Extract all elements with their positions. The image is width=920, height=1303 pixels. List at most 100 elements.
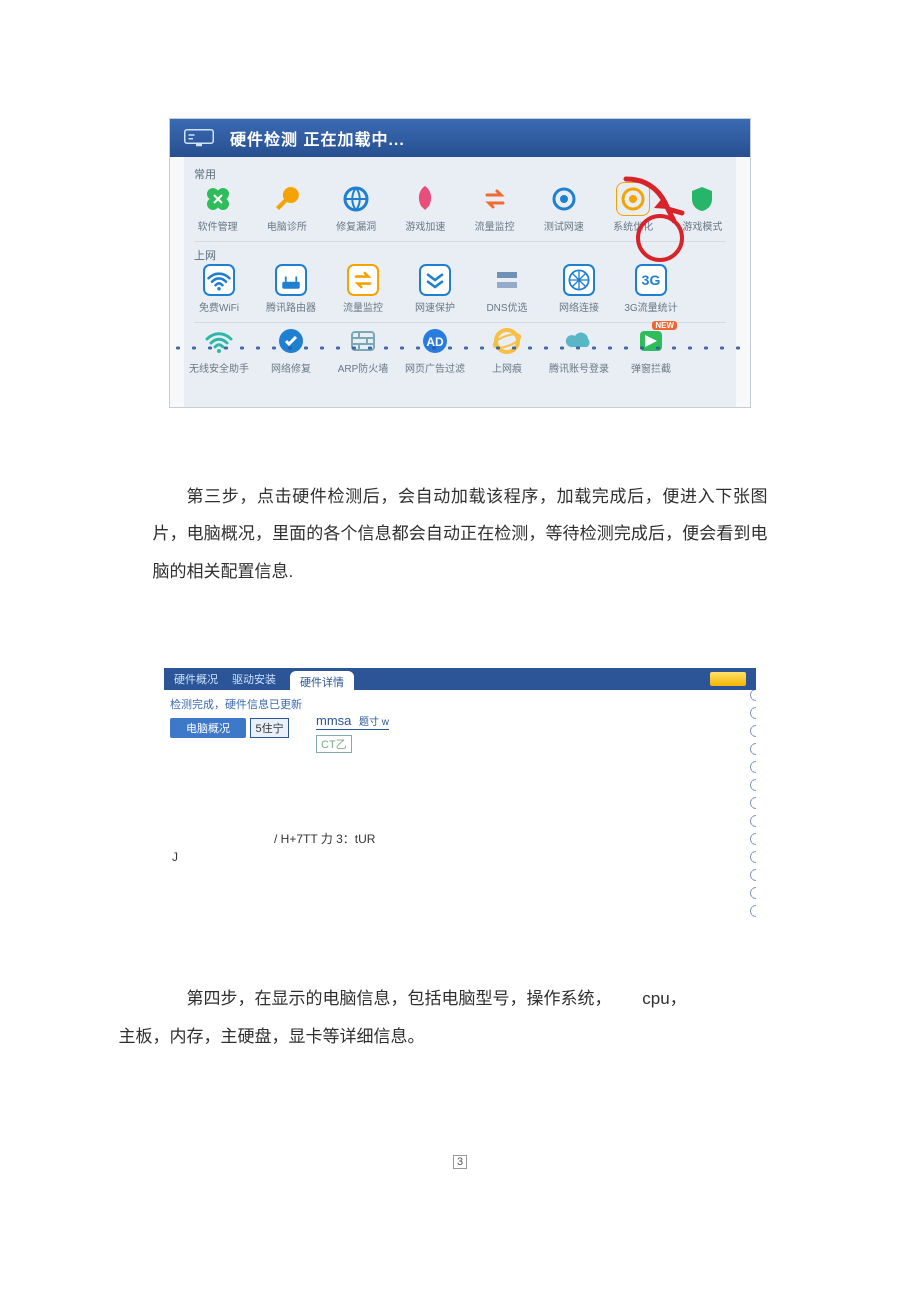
tool-label: ARP防火墙 — [338, 360, 389, 375]
tool-item[interactable]: 流量监控 — [471, 183, 518, 233]
tool-label: 网络修复 — [271, 360, 311, 375]
tool-label: 腾讯路由器 — [266, 299, 316, 314]
tool-item[interactable]: 系统优化 — [610, 183, 657, 233]
tool-label: 游戏加速 — [405, 218, 445, 233]
ie-icon — [491, 325, 523, 357]
tool-item[interactable]: 网速保护 — [410, 264, 460, 314]
svg-text:AD: AD — [426, 335, 444, 349]
p2-cpu: cpu， — [642, 989, 686, 1008]
globe-icon — [340, 183, 372, 215]
status-line: 检测完成，硬件信息已更新 — [164, 690, 756, 714]
wall-icon — [347, 325, 379, 357]
tool-item[interactable]: 测试网速 — [540, 183, 587, 233]
tool-label: 软件管理 — [198, 218, 238, 233]
mmsa-link[interactable]: mmsa 题寸 w — [316, 713, 389, 730]
step-4-paragraph: 第四步，在显示的电脑信息，包括电脑型号，操作系统， cpu， 主板，内存，主硬盘… — [153, 980, 768, 1055]
tool-item[interactable]: ARP防火墙 — [338, 325, 388, 375]
tool-item[interactable]: 腾讯账号登录 — [554, 325, 604, 375]
field-box: 5住宁 — [250, 718, 288, 738]
window-chrome — [164, 650, 756, 668]
flag-icon: NEW — [635, 325, 667, 357]
grid-row: 无线安全助手网络修复ARP防火墙AD网页广告过滤上网痕腾讯账号登录NEW弹窗拦截 — [194, 323, 726, 375]
section-label: 常用 — [194, 161, 726, 181]
swap-icon — [479, 183, 511, 215]
tool-label: 上网痕 — [492, 360, 522, 375]
swap-icon — [347, 264, 379, 296]
tool-item[interactable]: 无线安全助手 — [194, 325, 244, 375]
monitor-icon — [178, 127, 220, 149]
net-icon — [563, 264, 595, 296]
tab-overview[interactable]: 硬件概况 — [174, 671, 218, 687]
tool-item[interactable]: 游戏模式 — [679, 183, 726, 233]
tool-item[interactable]: 网络修复 — [266, 325, 316, 375]
tool-label: 测试网速 — [544, 218, 584, 233]
tool-label: 免费WiFi — [199, 299, 239, 314]
tab-detail[interactable]: 硬件详情 — [290, 671, 354, 694]
badge-icon — [710, 672, 746, 686]
router-icon — [275, 264, 307, 296]
shield-icon — [686, 183, 718, 215]
tab-driver[interactable]: 驱动安装 — [232, 671, 276, 687]
tool-label: 弹窗拦截 — [631, 360, 671, 375]
tool-label: 腾讯账号登录 — [549, 360, 609, 375]
tool-icon — [275, 325, 307, 357]
window-title: 硬件检测 正在加载中... — [230, 126, 405, 150]
tool-item[interactable]: 游戏加速 — [402, 183, 449, 233]
mid-line: / H+7TT 力 3：tUR — [274, 830, 375, 847]
tool-item[interactable]: NEW 弹窗拦截 — [626, 325, 676, 375]
wifi2-icon — [203, 325, 235, 357]
eye-icon — [617, 183, 649, 215]
rocket-icon — [409, 183, 441, 215]
tool-label: 修复漏洞 — [336, 218, 376, 233]
ad-icon: AD — [419, 325, 451, 357]
page-number: 3 — [453, 1155, 467, 1169]
tool-item[interactable]: AD网页广告过滤 — [410, 325, 460, 375]
chev-icon — [419, 264, 451, 296]
tool-label: 流量监控 — [475, 218, 515, 233]
ctz-box: CT乙 — [316, 735, 352, 753]
tool-label: 网页广告过滤 — [405, 360, 465, 375]
tool-item[interactable]: 修复漏洞 — [333, 183, 380, 233]
tool-item[interactable]: 电脑诊所 — [263, 183, 310, 233]
tool-item[interactable]: 免费WiFi — [194, 264, 244, 314]
tool-item[interactable]: 3G 3G流量统计 — [626, 264, 676, 314]
screenshot-tools: 硬件检测 正在加载中... 常用软件管理电脑诊所修复漏洞游戏加速流量监控测试网速… — [169, 118, 751, 408]
pill-overview[interactable]: 电脑概况 — [170, 718, 246, 738]
mmsa-text: mmsa — [316, 713, 351, 728]
tool-item[interactable]: 腾讯路由器 — [266, 264, 316, 314]
dns-icon — [491, 264, 523, 296]
tool-label: 流量监控 — [343, 299, 383, 314]
p2-prefix: 第四步，在显示的电脑信息，包括电脑型号，操作系统， — [187, 989, 612, 1008]
clover-icon — [202, 183, 234, 215]
3g-icon: 3G — [635, 264, 667, 296]
tool-label: DNS优选 — [486, 299, 527, 314]
tool-label: 无线安全助手 — [189, 360, 249, 375]
wifi-icon — [203, 264, 235, 296]
tool-label: 电脑诊所 — [267, 218, 307, 233]
step-3-paragraph: 第三步，点击硬件检测后，会自动加载该程序，加载完成后，便进入下张图片，电脑概况，… — [153, 478, 768, 590]
grid-row: 软件管理 电脑诊所 修复漏洞 游戏加速 流量监控 测试网速 系统优化游戏模式 — [194, 181, 726, 242]
j-char: J — [172, 850, 178, 864]
tool-label: 游戏模式 — [682, 218, 722, 233]
screenshot-hw-detail: 硬件概况 驱动安装 硬件详情 检测完成，硬件信息已更新 电脑概况 5住宁 mms… — [164, 650, 756, 920]
stamp-border-right — [744, 668, 756, 920]
window-titlebar: 硬件检测 正在加载中... — [170, 119, 750, 157]
section-label: 上网 — [194, 242, 726, 262]
tool-label: 3G流量统计 — [624, 299, 677, 314]
tool-item[interactable]: DNS优选 — [482, 264, 532, 314]
grid-row: 免费WiFi 腾讯路由器 流量监控 网速保护 DNS优选 网络连接 3G 3G流量统计 — [194, 262, 726, 323]
mmsa-suffix: 题寸 w — [359, 717, 389, 728]
cloud-icon — [563, 325, 595, 357]
tool-item[interactable]: 网络连接 — [554, 264, 604, 314]
p2-line2: 主板，内存，主硬盘，显卡等详细信息。 — [119, 1027, 425, 1046]
wrench-icon — [271, 183, 303, 215]
target-icon — [548, 183, 580, 215]
right-column: mmsa 题寸 w CT乙 — [316, 712, 389, 753]
tool-label: 网速保护 — [415, 299, 455, 314]
tab-bar: 硬件概况 驱动安装 硬件详情 — [164, 668, 756, 690]
tool-label: 网络连接 — [559, 299, 599, 314]
tool-item[interactable]: 上网痕 — [482, 325, 532, 375]
tool-item[interactable]: 流量监控 — [338, 264, 388, 314]
tool-item[interactable]: 软件管理 — [194, 183, 241, 233]
left-column: 电脑概况 5住宁 — [170, 712, 290, 738]
